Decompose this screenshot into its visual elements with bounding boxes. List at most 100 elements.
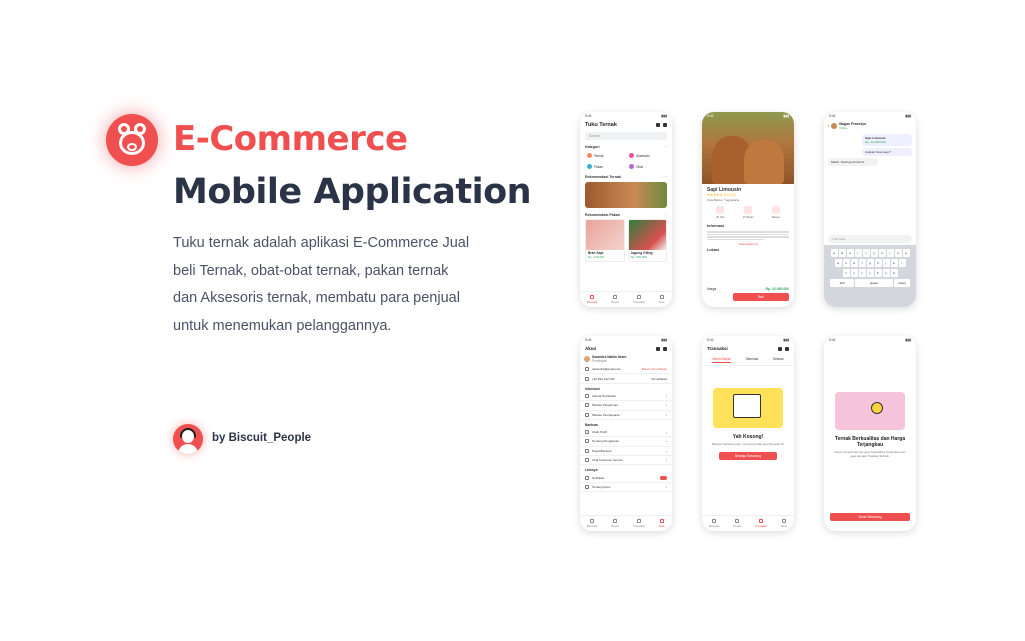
- tab-beranda[interactable]: Beranda: [587, 519, 597, 528]
- key-i[interactable]: i: [886, 249, 894, 257]
- key-n[interactable]: n: [882, 269, 890, 277]
- key-p[interactable]: p: [902, 249, 910, 257]
- menu-item[interactable]: Alamat Pembelian ›: [580, 392, 672, 402]
- bell-icon[interactable]: [663, 123, 667, 127]
- key-m[interactable]: m: [890, 269, 898, 277]
- key-y[interactable]: y: [870, 249, 878, 257]
- key-j[interactable]: j: [882, 259, 890, 267]
- price-value: Rp. 42.000.000: [765, 287, 789, 291]
- empty-illustration: [713, 388, 783, 428]
- key-r[interactable]: r: [854, 249, 862, 257]
- truck-icon: [585, 403, 589, 408]
- transaction-tabs: Belum Bayar Dikemas Selesai: [702, 353, 794, 366]
- product-card[interactable]: Jagung Giling Rp. 155.000: [627, 219, 667, 262]
- chat-input[interactable]: Tulis disini: [828, 235, 912, 243]
- message-bubble: Apakah bisa nego?: [862, 148, 912, 156]
- menu-label: Chat Customer Service: [592, 458, 624, 463]
- key-f[interactable]: f: [858, 259, 866, 267]
- transaction-title: Transaksi: [707, 346, 728, 351]
- tab-transaksi[interactable]: Transaksi: [633, 295, 645, 304]
- menu-item[interactable]: Metode Pembayaran ›: [580, 411, 672, 420]
- key-s[interactable]: s: [842, 259, 850, 267]
- menu-item[interactable]: Ubah Profil ›: [580, 428, 672, 438]
- signal-icon: ▮▮▮: [905, 338, 911, 342]
- tab-selesai[interactable]: Selesai: [773, 357, 783, 363]
- tab-bar: Beranda Pesan Transaksi Akun: [580, 291, 672, 307]
- bell-icon[interactable]: [785, 346, 789, 351]
- logo-nose: [127, 143, 137, 151]
- key-return[interactable]: return: [894, 279, 910, 287]
- bell-icon[interactable]: [663, 346, 667, 351]
- key-q[interactable]: q: [830, 249, 838, 257]
- tab-beranda[interactable]: Beranda: [587, 295, 597, 304]
- key-l[interactable]: l: [898, 259, 906, 267]
- product-price: Rp. 245.000: [588, 255, 605, 259]
- hero-description: Tuku ternak adalah aplikasi E-Commerce J…: [173, 235, 470, 334]
- key-z[interactable]: z: [842, 269, 850, 277]
- tab-pesan[interactable]: Pesan: [733, 519, 741, 528]
- category-obat[interactable]: Obat: [627, 162, 667, 171]
- phone-status: Terverifikasi: [651, 376, 667, 381]
- email-row[interactable]: sasandra@gmail.com Belum Terverifikasi: [580, 365, 672, 375]
- hero-title-line1: E-Commerce: [173, 119, 408, 159]
- search-input[interactable]: Search: [585, 132, 667, 140]
- cart-icon[interactable]: [656, 346, 660, 351]
- key-u[interactable]: u: [878, 249, 886, 257]
- key-h[interactable]: h: [874, 259, 882, 267]
- status-time: 9:41: [829, 338, 836, 342]
- more-link[interactable]: ···: [663, 213, 667, 217]
- key-x[interactable]: x: [850, 269, 858, 277]
- notification-toggle[interactable]: [660, 475, 667, 480]
- key-v[interactable]: v: [866, 269, 874, 277]
- product-card[interactable]: Bran Sapi Rp. 245.000: [585, 219, 625, 262]
- menu-item[interactable]: Notifikasi: [580, 473, 672, 483]
- tab-belum-bayar[interactable]: Belum Bayar: [712, 357, 731, 363]
- more-link[interactable]: ···: [663, 145, 667, 149]
- buy-button[interactable]: Beli: [733, 293, 789, 301]
- status-bar: 9:41 ▮▮▮: [702, 112, 794, 120]
- key-e[interactable]: e: [846, 249, 854, 257]
- menu-item[interactable]: Pusat Bantuan ›: [580, 447, 672, 456]
- tab-transaksi[interactable]: Transaksi: [755, 519, 767, 528]
- tab-dikemas[interactable]: Dikemas: [746, 357, 758, 363]
- key-b[interactable]: b: [874, 269, 882, 277]
- cart-icon[interactable]: [778, 346, 782, 351]
- category-ternak[interactable]: Ternak: [585, 151, 625, 160]
- key-space[interactable]: space: [855, 279, 893, 287]
- menu-item[interactable]: Tentang Kami ›: [580, 483, 672, 493]
- key-c[interactable]: c: [858, 269, 866, 277]
- tab-transaksi[interactable]: Transaksi: [633, 519, 645, 528]
- tab-akun[interactable]: Akun: [659, 519, 665, 528]
- category-pakan[interactable]: Pakan: [585, 162, 625, 171]
- key-w[interactable]: w: [838, 249, 846, 257]
- key-t[interactable]: t: [862, 249, 870, 257]
- chevron-right-icon: ›: [666, 393, 667, 398]
- category-grid: Ternak Aksesoris Pakan Obat: [580, 150, 672, 172]
- tab-beranda[interactable]: Beranda: [709, 519, 719, 528]
- tab-pesan[interactable]: Pesan: [611, 519, 619, 528]
- start-button[interactable]: Mulai Sekarang: [830, 513, 910, 521]
- profile-card[interactable]: Sasandra Nabila Ibrani Pembayar: [580, 353, 672, 365]
- hero-title-line2: Mobile Application: [173, 172, 532, 212]
- menu-item[interactable]: Chat Customer Service ›: [580, 456, 672, 466]
- tab-pesan[interactable]: Pesan: [611, 295, 619, 304]
- key-a[interactable]: a: [834, 259, 842, 267]
- key-row: qwertyuiop: [826, 249, 914, 257]
- back-icon[interactable]: ‹: [828, 124, 829, 128]
- menu-item[interactable]: Metode Pengiriman ›: [580, 401, 672, 411]
- key-o[interactable]: o: [894, 249, 902, 257]
- key-k[interactable]: k: [890, 259, 898, 267]
- phone-row[interactable]: +62 822 012 020 Terverifikasi: [580, 374, 672, 384]
- ternak-banner[interactable]: [585, 182, 667, 208]
- key-g[interactable]: g: [866, 259, 874, 267]
- more-link[interactable]: ···: [663, 175, 667, 179]
- menu-item[interactable]: Tentang Pengaturan ›: [580, 437, 672, 447]
- tab-akun[interactable]: Akun: [781, 519, 787, 528]
- cart-icon[interactable]: [656, 123, 660, 127]
- tab-akun[interactable]: Akun: [659, 295, 665, 304]
- key-123[interactable]: 123: [830, 279, 854, 287]
- shop-now-button[interactable]: Belanja Sekarang: [719, 452, 777, 460]
- key-d[interactable]: d: [850, 259, 858, 267]
- transaction-header: Transaksi: [702, 344, 794, 353]
- category-aksesoris[interactable]: Aksesoris: [627, 151, 667, 160]
